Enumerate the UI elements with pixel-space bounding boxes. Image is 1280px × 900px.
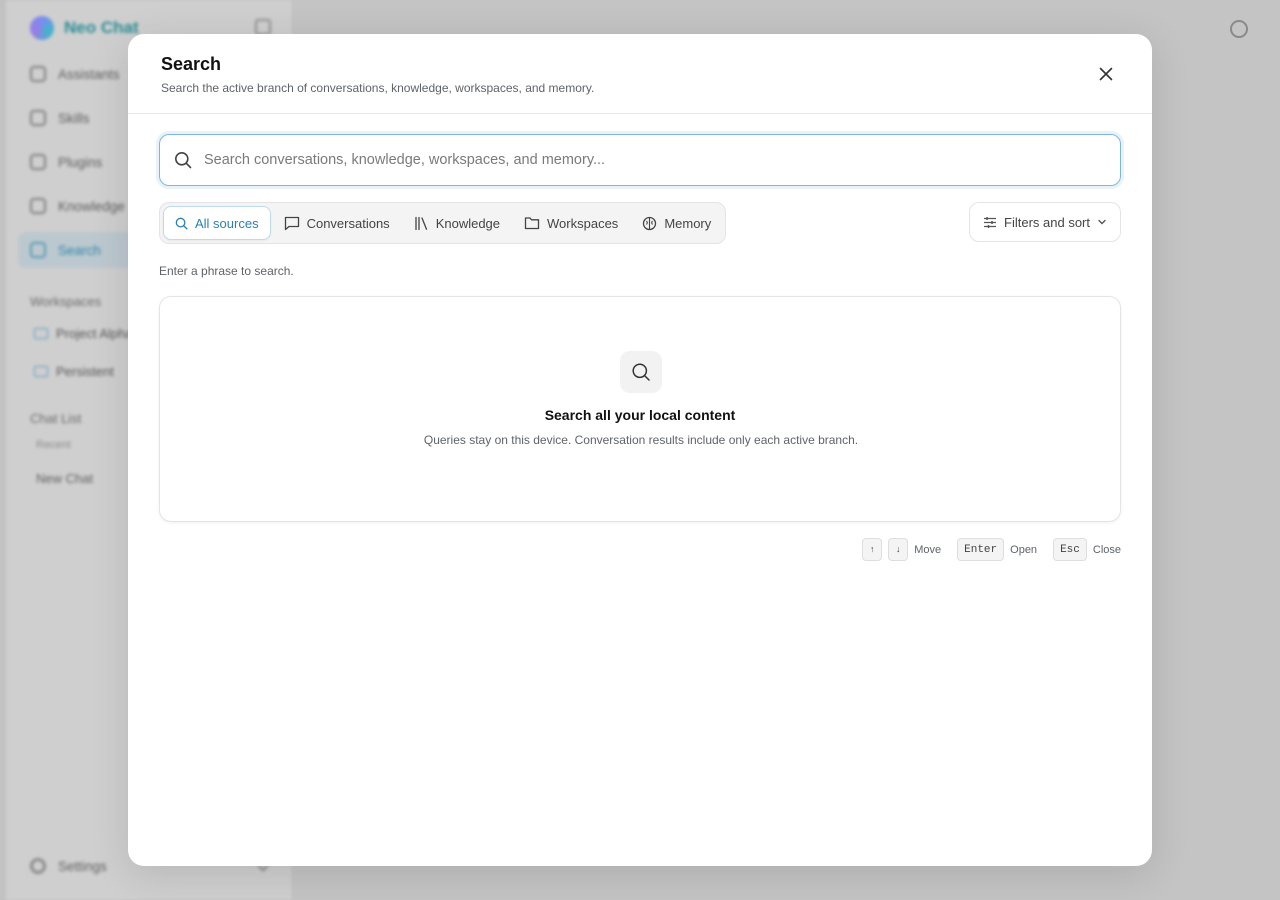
empty-state-description: Queries stay on this device. Conversatio…	[423, 433, 859, 447]
tab-conversations[interactable]: Conversations	[273, 206, 401, 240]
kbd-down: ↓	[888, 538, 909, 561]
empty-state-icon-wrap	[620, 351, 662, 393]
kbd-enter: Enter	[957, 538, 1005, 561]
recent-label: Recent	[36, 439, 71, 451]
library-icon	[415, 216, 427, 230]
search-icon	[175, 217, 188, 230]
folder-icon	[34, 328, 48, 339]
chevron-down-icon	[1098, 219, 1106, 225]
empty-state-title: Search all your local content	[544, 407, 736, 423]
knowledge-icon	[30, 198, 46, 214]
workspace-label: Project Alpha	[56, 326, 133, 341]
workspace-label: Persistent	[56, 364, 114, 379]
filters-and-sort-button[interactable]: Filters and sort	[969, 202, 1121, 242]
skills-icon	[30, 110, 46, 126]
dialog-title: Search	[161, 54, 222, 74]
shortcut-close-label: Close	[1092, 543, 1121, 556]
shortcut-open-label: Open	[1010, 543, 1038, 556]
folder-icon	[34, 366, 48, 377]
workspaces-section-label: Workspaces	[30, 294, 102, 309]
dialog-header: Search Search the active branch of conve…	[128, 34, 1152, 114]
tab-label: Memory	[664, 215, 712, 231]
results-panel: Search all your local content Queries st…	[159, 296, 1121, 522]
search-dialog: Search Search the active branch of conve…	[128, 34, 1152, 866]
sidebar-item-label: Assistants	[58, 66, 120, 82]
chat-list-label: Chat List	[30, 411, 82, 426]
tab-label: Conversations	[306, 215, 390, 231]
sidebar-item-label: Search	[58, 242, 101, 258]
source-filter-tabs: All sources Conversations Knowledge Work…	[159, 202, 727, 244]
search-icon	[175, 152, 192, 169]
settings-label: Settings	[58, 858, 107, 874]
close-button[interactable]	[1096, 64, 1116, 84]
sidebar-item-label: Plugins	[58, 154, 103, 170]
sidebar-item-label: Knowledge	[58, 198, 125, 214]
folder-icon	[524, 217, 540, 230]
brand: Neo Chat	[30, 16, 139, 40]
message-icon	[284, 216, 299, 230]
kbd-esc: Esc	[1053, 538, 1087, 561]
plugins-icon	[30, 154, 46, 170]
sidebar-toggle-icon[interactable]	[255, 19, 271, 35]
search-field	[159, 134, 1121, 186]
search-icon	[632, 363, 650, 381]
filters-label: Filters and sort	[1004, 214, 1090, 230]
search-icon	[30, 242, 46, 258]
tab-knowledge[interactable]: Knowledge	[403, 206, 511, 240]
keyboard-shortcuts: ↑ ↓ Move Enter Open Esc Close	[862, 538, 1121, 561]
tab-label: Knowledge	[435, 215, 501, 231]
tab-label: All sources	[195, 215, 259, 231]
tab-workspaces[interactable]: Workspaces	[513, 206, 629, 240]
workspace-item[interactable]: Project Alpha	[34, 326, 133, 341]
search-input[interactable]	[204, 140, 1120, 180]
shortcut-move-label: Move	[914, 543, 942, 556]
tab-memory[interactable]: Memory	[631, 206, 722, 240]
close-icon	[1099, 67, 1113, 81]
workspace-item[interactable]: Persistent	[34, 364, 114, 379]
brand-logo-icon	[30, 16, 54, 40]
sidebar-item-label: Skills	[58, 110, 90, 126]
assistants-icon	[30, 66, 46, 82]
gear-icon	[30, 858, 46, 874]
brain-icon	[643, 216, 657, 230]
kbd-up: ↑	[862, 538, 883, 561]
chat-item[interactable]: New Chat	[36, 471, 93, 486]
chat-bubble-icon[interactable]	[1230, 20, 1248, 38]
tab-label: Workspaces	[547, 215, 619, 231]
tab-all-sources[interactable]: All sources	[163, 206, 271, 240]
dialog-subtitle: Search the active branch of conversation…	[161, 81, 595, 95]
settings-button[interactable]: Settings	[30, 858, 107, 874]
search-hint: Enter a phrase to search.	[159, 264, 294, 278]
sliders-icon	[984, 216, 997, 228]
